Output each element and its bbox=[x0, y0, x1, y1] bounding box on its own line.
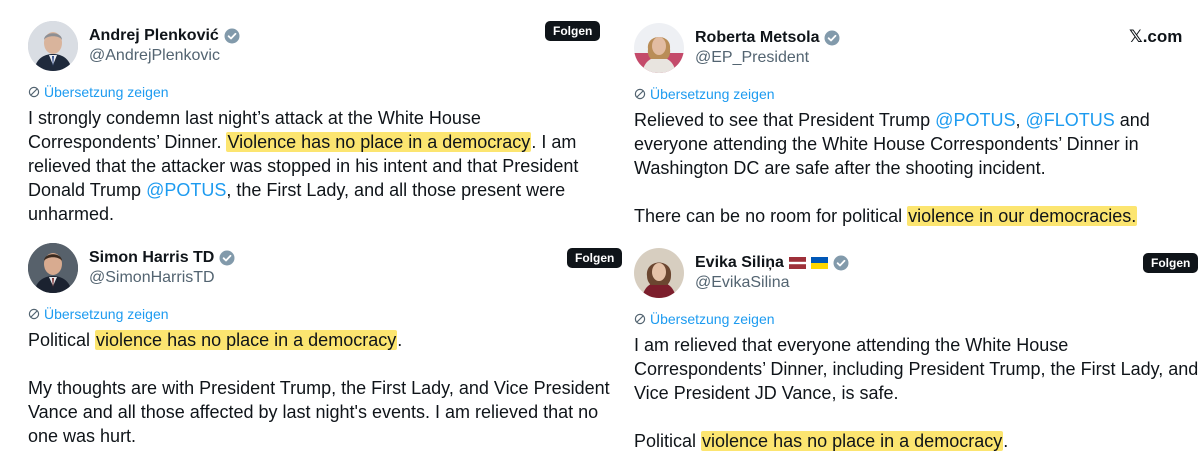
display-name[interactable]: Simon Harris TD bbox=[89, 248, 235, 268]
tweet-header: Roberta Metsola @EP_President bbox=[634, 23, 1194, 81]
tweet-header: Andrej Plenković @AndrejPlenkovic Folgen bbox=[28, 21, 608, 79]
tweet-paragraph: Political violence has no place in a dem… bbox=[28, 328, 618, 352]
author-names: Simon Harris TD @SimonHarrisTD bbox=[89, 248, 235, 288]
tweet-text: I am relieved that everyone attending th… bbox=[634, 333, 1199, 453]
verified-gray-badge-icon bbox=[219, 250, 235, 266]
tweet-evika-silina: Evika Siliņa @EvikaSilina Folgen Überset… bbox=[634, 248, 1199, 453]
tweet-paragraph: There can be no room for political viole… bbox=[634, 204, 1194, 228]
text-segment: Political bbox=[28, 330, 96, 350]
text-segment: There can be no room for political bbox=[634, 206, 908, 226]
display-name[interactable]: Roberta Metsola bbox=[695, 28, 840, 48]
verified-gray-badge-icon bbox=[833, 255, 849, 271]
avatar[interactable] bbox=[634, 248, 684, 298]
display-name-text: Roberta Metsola bbox=[695, 29, 820, 46]
highlighted-phrase: Violence has no place in a democracy bbox=[226, 132, 532, 152]
display-name-text: Andrej Plenković bbox=[89, 27, 219, 44]
tweet-paragraph: My thoughts are with President Trump, th… bbox=[28, 378, 610, 446]
screenshot-collage: 𝕏.com Andrej Plenković @AndrejPlenkovic … bbox=[0, 0, 1199, 469]
translate-label: Übersetzung zeigen bbox=[44, 84, 169, 100]
highlighted-phrase: violence has no place in a democracy bbox=[95, 330, 398, 350]
translate-icon bbox=[634, 88, 646, 100]
text-segment: Relieved to see that President Trump bbox=[634, 110, 936, 130]
mention-link[interactable]: @POTUS bbox=[935, 110, 1015, 130]
tweet-paragraph: I strongly condemn last night’s attack a… bbox=[28, 106, 608, 226]
user-handle[interactable]: @EvikaSilina bbox=[695, 273, 849, 293]
tweet-text: Relieved to see that President Trump @PO… bbox=[634, 108, 1194, 228]
verified-gray-badge-icon bbox=[824, 30, 840, 46]
follow-button[interactable]: Folgen bbox=[1143, 253, 1199, 273]
follow-button[interactable]: Folgen bbox=[567, 248, 623, 268]
author-names: Evika Siliņa @EvikaSilina bbox=[695, 253, 849, 293]
user-handle[interactable]: @SimonHarrisTD bbox=[89, 268, 235, 288]
tweet-header: Evika Siliņa @EvikaSilina Folgen bbox=[634, 248, 1199, 306]
highlighted-phrase: violence in our democracies. bbox=[907, 206, 1138, 226]
translate-link[interactable]: Übersetzung zeigen bbox=[634, 310, 1199, 328]
tweet-paragraph: I am relieved that everyone attending th… bbox=[634, 335, 1199, 403]
text-segment: . bbox=[1003, 431, 1009, 451]
tweet-header: Simon Harris TD @SimonHarrisTD Folgen bbox=[28, 243, 623, 301]
display-name-text: Evika Siliņa bbox=[695, 254, 784, 271]
translate-label: Übersetzung zeigen bbox=[650, 86, 775, 102]
display-name-text: Simon Harris TD bbox=[89, 249, 215, 266]
translate-icon bbox=[28, 86, 40, 98]
author-names: Andrej Plenković @AndrejPlenkovic bbox=[89, 26, 240, 66]
translate-link[interactable]: Übersetzung zeigen bbox=[28, 305, 618, 323]
author-names: Roberta Metsola @EP_President bbox=[695, 28, 840, 68]
avatar[interactable] bbox=[634, 23, 684, 73]
tweet-paragraph: Relieved to see that President Trump @PO… bbox=[634, 108, 1194, 180]
avatar-evika-silina-icon bbox=[634, 248, 684, 298]
tweet-text: Political violence has no place in a dem… bbox=[28, 328, 618, 448]
tweet-roberta-metsola: Roberta Metsola @EP_President Übersetzun… bbox=[634, 23, 1194, 228]
mention-link[interactable]: @POTUS bbox=[146, 180, 226, 200]
translate-icon bbox=[634, 313, 646, 325]
avatar-andrej-plenkovic-icon bbox=[28, 21, 78, 71]
text-segment: , bbox=[1015, 110, 1026, 130]
tweet-andrej-plenkovic: Andrej Plenković @AndrejPlenkovic Folgen… bbox=[28, 21, 608, 226]
highlighted-phrase: violence has no place in a democracy bbox=[701, 431, 1004, 451]
translate-link[interactable]: Übersetzung zeigen bbox=[28, 83, 608, 101]
display-name[interactable]: Evika Siliņa bbox=[695, 253, 849, 273]
translate-label: Übersetzung zeigen bbox=[650, 311, 775, 327]
translate-link[interactable]: Übersetzung zeigen bbox=[634, 85, 1194, 103]
avatar[interactable] bbox=[28, 243, 78, 293]
user-handle[interactable]: @EP_President bbox=[695, 48, 840, 68]
mention-link[interactable]: @FLOTUS bbox=[1025, 110, 1114, 130]
translate-icon bbox=[28, 308, 40, 320]
latvia-flag-icon bbox=[788, 257, 806, 269]
tweet-text: I strongly condemn last night’s attack a… bbox=[28, 106, 608, 226]
avatar-simon-harris-icon bbox=[28, 243, 78, 293]
follow-button[interactable]: Folgen bbox=[545, 21, 601, 41]
avatar[interactable] bbox=[28, 21, 78, 71]
verified-gray-badge-icon bbox=[224, 28, 240, 44]
ukraine-flag-icon bbox=[810, 257, 828, 269]
tweet-paragraph: Political violence has no place in a dem… bbox=[634, 429, 1199, 453]
text-segment: . bbox=[397, 330, 403, 350]
display-name[interactable]: Andrej Plenković bbox=[89, 26, 240, 46]
avatar-roberta-metsola-icon bbox=[634, 23, 684, 73]
user-handle[interactable]: @AndrejPlenkovic bbox=[89, 46, 240, 66]
translate-label: Übersetzung zeigen bbox=[44, 306, 169, 322]
text-segment: Political bbox=[634, 431, 702, 451]
tweet-simon-harris: Simon Harris TD @SimonHarrisTD Folgen Üb… bbox=[28, 243, 623, 448]
